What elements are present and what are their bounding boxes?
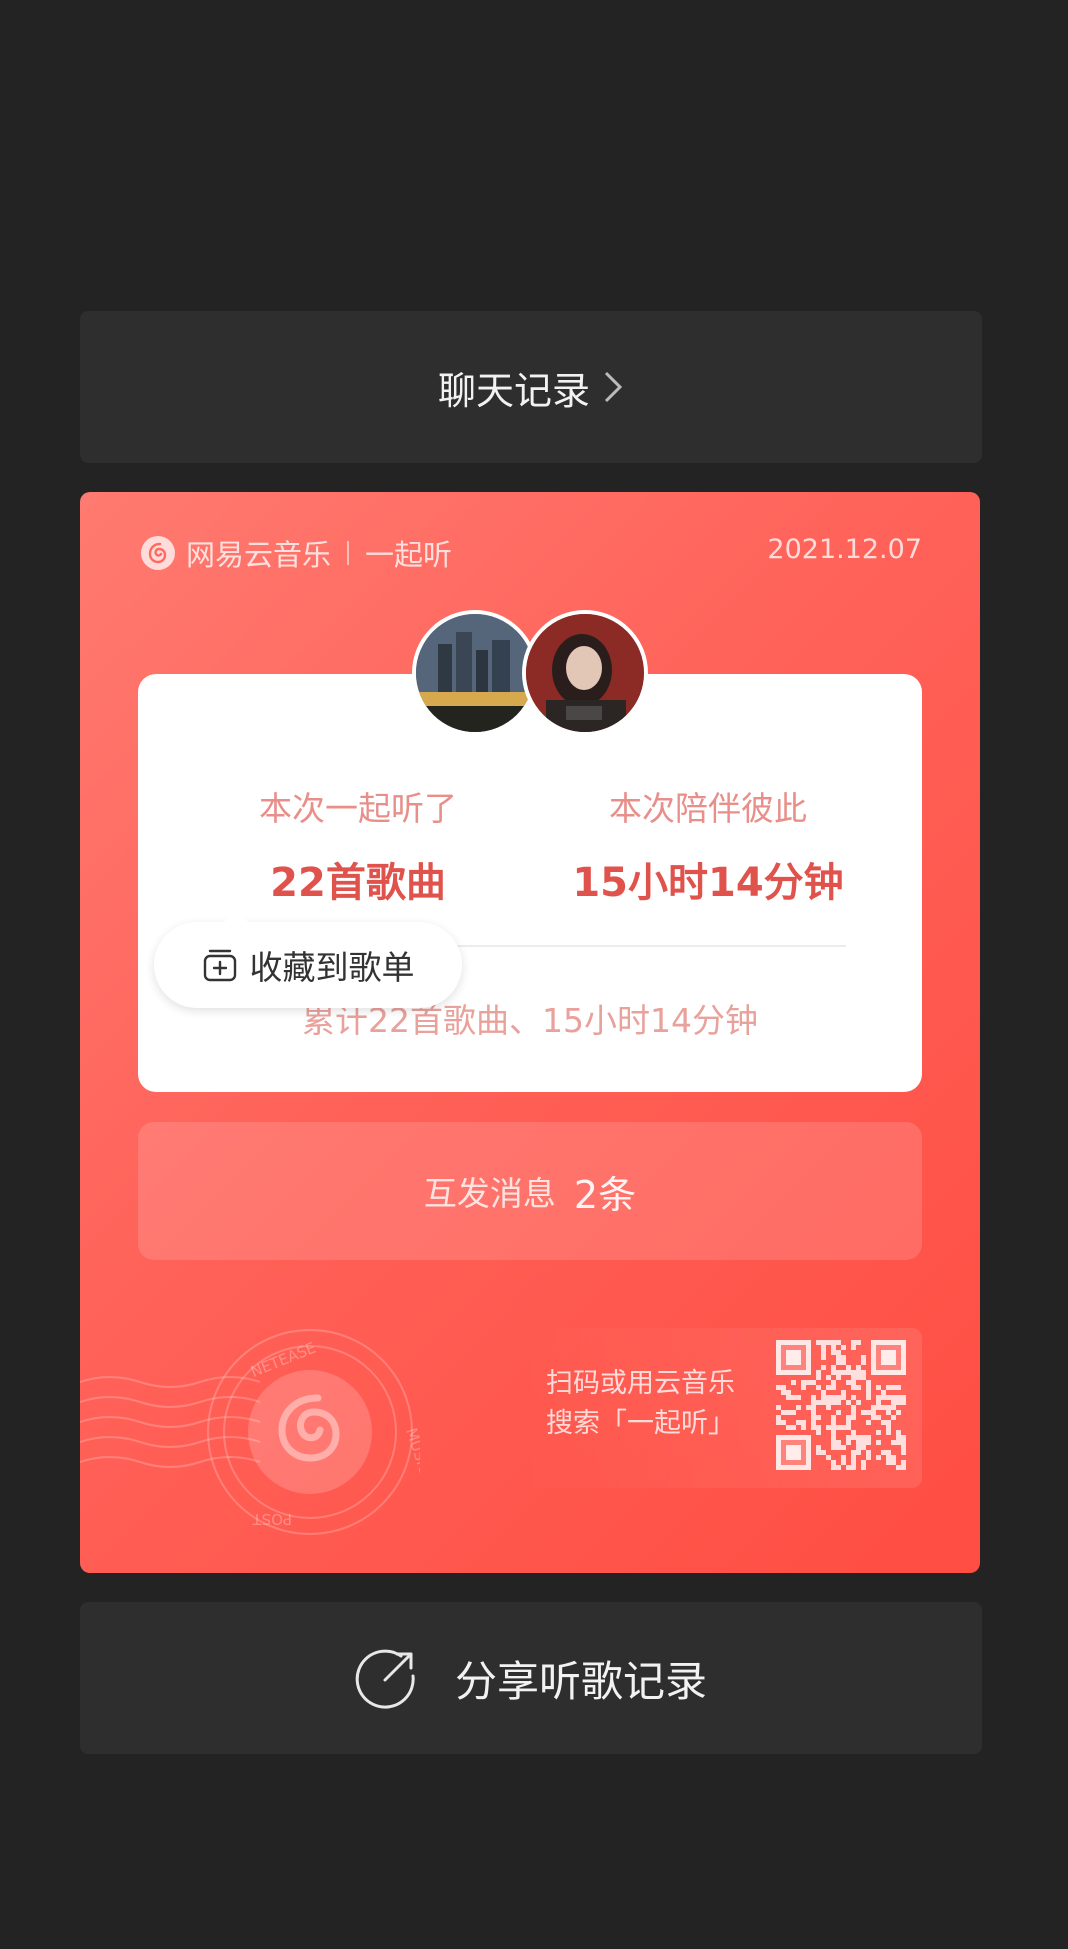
- qr-code[interactable]: [776, 1340, 906, 1470]
- date-label: 2021.12.07: [767, 534, 922, 565]
- time-stat-label: 本次陪伴彼此: [609, 789, 807, 828]
- share-history-button[interactable]: 分享听歌记录: [80, 1602, 982, 1754]
- share-icon: [355, 1649, 415, 1709]
- avatar-friend[interactable]: [522, 610, 648, 736]
- stamp-bottom-text: POST: [252, 1510, 292, 1528]
- messages-box[interactable]: 互发消息 2条: [138, 1122, 922, 1260]
- avatar-city-image: [416, 614, 534, 732]
- messages-label: 互发消息: [423, 1174, 556, 1213]
- time-stat: 本次陪伴彼此 15小时14分钟: [538, 782, 878, 908]
- stamp-right-text: MUSIC LYRICS: [402, 1426, 420, 1530]
- avatar-person-image: [526, 614, 644, 732]
- stats-box: 本次一起听了 22首歌曲 本次陪伴彼此 15小时14分钟 累计22首歌曲、15小…: [138, 674, 922, 1092]
- netease-stamp-icon: NETEASE MUSIC LYRICS POST: [80, 1329, 420, 1535]
- brand-name: 网易云音乐: [186, 538, 332, 572]
- qr-line-1: 扫码或用云音乐: [546, 1368, 735, 1399]
- songs-stat-label: 本次一起听了: [259, 789, 457, 828]
- brand-sub: 一起听: [365, 538, 453, 572]
- share-history-label: 分享听歌记录: [454, 1656, 707, 1706]
- save-to-playlist-label: 收藏到歌单: [249, 948, 415, 987]
- chat-record-button[interactable]: 聊天记录: [80, 311, 982, 463]
- avatar-user[interactable]: [412, 610, 538, 736]
- add-to-playlist-icon: [203, 949, 236, 982]
- qr-line-2: 搜索「一起听」: [546, 1408, 735, 1439]
- brand-separator: [347, 541, 350, 565]
- save-to-playlist-button[interactable]: 收藏到歌单: [154, 910, 462, 1008]
- messages-count: 2条: [573, 1172, 637, 1217]
- chevron-right-icon: [604, 371, 623, 403]
- chat-record-label: 聊天记录: [437, 368, 590, 413]
- netease-logo-icon: [141, 536, 175, 570]
- listen-together-card: 网易云音乐 一起听 2021.12.07 本次一起听了 22首歌曲 本次陪伴彼此…: [80, 492, 980, 1573]
- songs-stat-value: 22首歌曲: [270, 860, 446, 906]
- brand-header: 网易云音乐 一起听: [140, 532, 452, 574]
- qr-instructions: 扫码或用云音乐 搜索「一起听」: [546, 1364, 735, 1444]
- time-stat-value: 15小时14分钟: [572, 860, 844, 906]
- songs-stat: 本次一起听了 22首歌曲: [188, 782, 528, 908]
